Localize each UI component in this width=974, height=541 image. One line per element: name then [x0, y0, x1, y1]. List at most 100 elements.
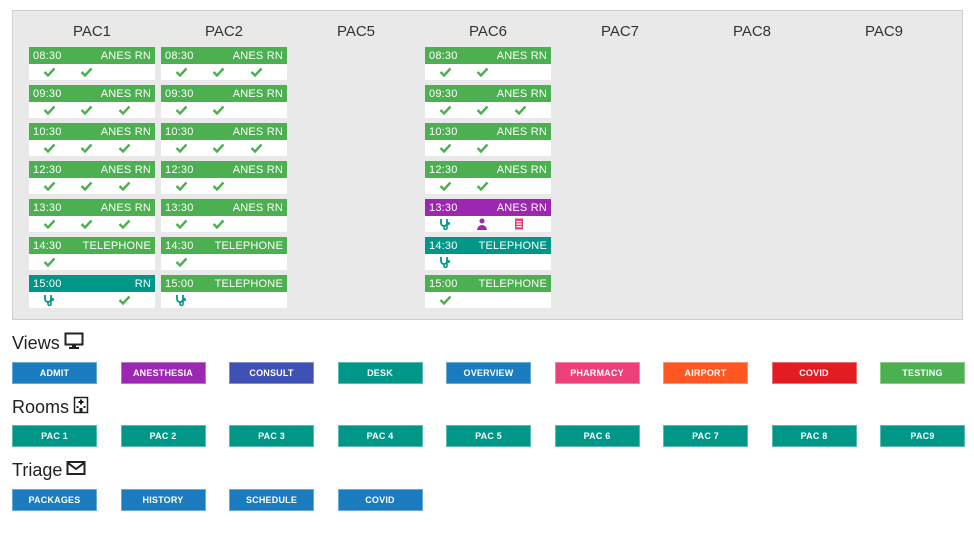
appointment-slot[interactable]: 13:30 ANES RN: [425, 199, 551, 232]
appointment-slot[interactable]: 12:30 ANES RN: [425, 161, 551, 194]
slot-type: TELEPHONE: [82, 239, 151, 252]
slot-time: 08:30: [33, 49, 62, 62]
slot-header[interactable]: 12:30 ANES RN: [425, 161, 551, 178]
appointment-slot[interactable]: 12:30 ANES RN: [161, 161, 287, 194]
column-title: PAC9: [864, 23, 904, 40]
slot-header[interactable]: 08:30 ANES RN: [425, 47, 551, 64]
check-icon: [118, 216, 155, 232]
appointment-slot[interactable]: 15:00 TELEPHONE: [425, 275, 551, 308]
empty-status: [514, 178, 551, 194]
column-pac8: PAC8: [689, 11, 815, 47]
room-button-pac-7[interactable]: PAC 7: [663, 425, 748, 447]
slot-header[interactable]: 09:30 ANES RN: [161, 85, 287, 102]
appointment-slot[interactable]: 13:30 ANES RN: [161, 199, 287, 232]
slot-status-row: [425, 178, 551, 194]
check-icon: [476, 140, 513, 156]
view-button-admit[interactable]: ADMIT: [12, 362, 97, 384]
slot-header[interactable]: 13:30 ANES RN: [29, 199, 155, 216]
appointment-slot[interactable]: 09:30 ANES RN: [425, 85, 551, 118]
column-title: PAC6: [468, 23, 508, 40]
slot-status-row: [29, 254, 155, 270]
room-button-pac-4[interactable]: PAC 4: [337, 425, 423, 447]
slot-header[interactable]: 08:30 ANES RN: [29, 47, 155, 64]
appointment-slot[interactable]: 10:30 ANES RN: [29, 123, 155, 156]
appointment-slot[interactable]: 08:30 ANES RN: [425, 47, 551, 80]
check-icon: [212, 178, 249, 194]
slot-header[interactable]: 14:30 TELEPHONE: [425, 237, 551, 254]
view-button-testing[interactable]: TESTING: [880, 362, 965, 384]
appointment-slot[interactable]: 09:30 ANES RN: [29, 85, 155, 118]
appointment-slot[interactable]: 10:30 ANES RN: [161, 123, 287, 156]
slot-time: 15:00: [165, 277, 194, 290]
slot-time: 12:30: [165, 163, 194, 176]
slot-header[interactable]: 14:30 TELEPHONE: [161, 237, 287, 254]
slot-status-row: [161, 216, 287, 232]
slot-type: ANES RN: [232, 201, 283, 214]
slot-header[interactable]: 13:30 ANES RN: [161, 199, 287, 216]
check-icon: [80, 178, 117, 194]
slot-time: 10:30: [429, 125, 458, 138]
view-button-overview[interactable]: OVERVIEW: [446, 362, 531, 384]
check-icon: [43, 102, 80, 118]
room-button-pac-6[interactable]: PAC 6: [554, 425, 640, 447]
check-icon: [439, 178, 476, 194]
slot-header[interactable]: 12:30 ANES RN: [161, 161, 287, 178]
check-icon: [175, 64, 212, 80]
triage-button-history[interactable]: HISTORY: [120, 489, 206, 511]
triage-button-schedule[interactable]: SCHEDULE: [229, 489, 314, 511]
view-button-consult[interactable]: CONSULT: [229, 362, 314, 384]
appointment-slot[interactable]: 14:30 TELEPHONE: [425, 237, 551, 270]
column-title: PAC5: [336, 23, 376, 40]
room-button-pac9[interactable]: PAC9: [880, 425, 965, 447]
appointment-slot[interactable]: 08:30 ANES RN: [29, 47, 155, 80]
appointment-slot[interactable]: 09:30 ANES RN: [161, 85, 287, 118]
slot-status-row: [29, 64, 155, 80]
appointment-slot[interactable]: 08:30 ANES RN: [161, 47, 287, 80]
slot-type: ANES RN: [232, 125, 283, 138]
check-icon: [175, 254, 212, 270]
slot-header[interactable]: 15:00 RN: [29, 275, 155, 292]
triage-button-packages[interactable]: PACKAGES: [12, 489, 97, 511]
slot-time: 08:30: [165, 49, 194, 62]
slot-header[interactable]: 13:30 ANES RN: [425, 199, 551, 216]
view-button-covid[interactable]: COVID: [771, 362, 857, 384]
stethoscope-icon: [439, 254, 476, 270]
monitor-icon: [64, 332, 84, 355]
appointment-slot[interactable]: 10:30 ANES RN: [425, 123, 551, 156]
slot-header[interactable]: 09:30 ANES RN: [29, 85, 155, 102]
view-button-pharmacy[interactable]: PHARMACY: [554, 362, 640, 384]
slot-header[interactable]: 10:30 ANES RN: [29, 123, 155, 140]
appointment-slot[interactable]: 14:30 TELEPHONE: [29, 237, 155, 270]
appointment-slot[interactable]: 15:00 TELEPHONE: [161, 275, 287, 308]
slot-header[interactable]: 15:00 TELEPHONE: [425, 275, 551, 292]
slot-status-row: [161, 178, 287, 194]
slot-header[interactable]: 10:30 ANES RN: [425, 123, 551, 140]
slot-header[interactable]: 15:00 TELEPHONE: [161, 275, 287, 292]
empty-status: [514, 64, 551, 80]
room-button-pac-5[interactable]: PAC 5: [446, 425, 531, 447]
appointment-slot[interactable]: 13:30 ANES RN: [29, 199, 155, 232]
room-button-pac-2[interactable]: PAC 2: [120, 425, 206, 447]
triage-button-covid[interactable]: COVID: [337, 489, 423, 511]
slot-header[interactable]: 09:30 ANES RN: [425, 85, 551, 102]
appointment-slot[interactable]: 12:30 ANES RN: [29, 161, 155, 194]
view-button-desk[interactable]: DESK: [337, 362, 423, 384]
appointment-slot[interactable]: 15:00 RN: [29, 275, 155, 308]
check-icon: [476, 64, 513, 80]
room-button-pac-1[interactable]: PAC 1: [12, 425, 97, 447]
empty-status: [250, 254, 287, 270]
empty-status: [118, 64, 155, 80]
slot-header[interactable]: 14:30 TELEPHONE: [29, 237, 155, 254]
slot-header[interactable]: 08:30 ANES RN: [161, 47, 287, 64]
slot-status-row: [425, 292, 551, 308]
view-button-anesthesia[interactable]: ANESTHESIA: [120, 362, 206, 384]
check-icon: [212, 102, 249, 118]
view-button-airport[interactable]: AIRPORT: [663, 362, 748, 384]
slot-header[interactable]: 10:30 ANES RN: [161, 123, 287, 140]
room-button-pac-3[interactable]: PAC 3: [229, 425, 314, 447]
slot-type: ANES RN: [100, 87, 151, 100]
check-icon: [212, 64, 249, 80]
appointment-slot[interactable]: 14:30 TELEPHONE: [161, 237, 287, 270]
slot-header[interactable]: 12:30 ANES RN: [29, 161, 155, 178]
room-button-pac-8[interactable]: PAC 8: [771, 425, 857, 447]
